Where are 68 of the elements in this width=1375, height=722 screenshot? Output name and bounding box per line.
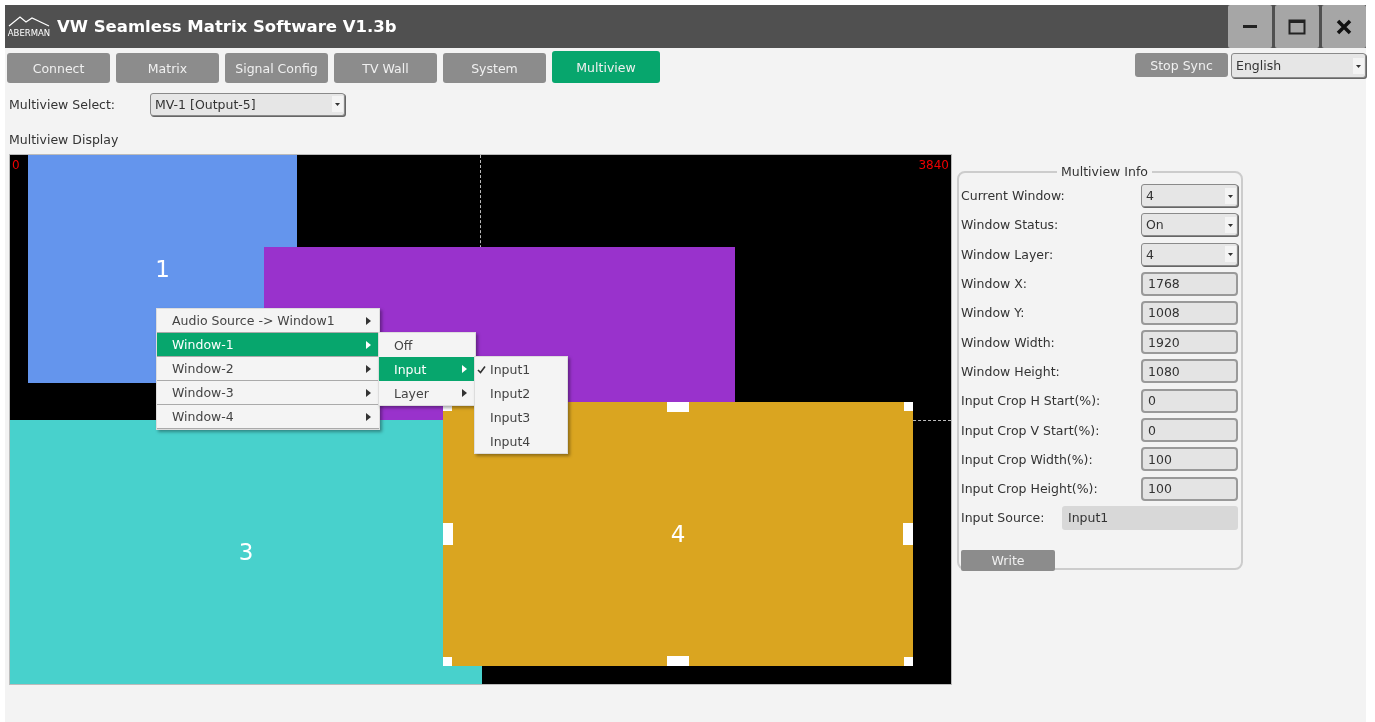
input-field[interactable]: 1008 — [1141, 300, 1238, 325]
caret-icon — [1225, 246, 1236, 263]
maximize-icon — [1288, 18, 1306, 35]
menu-item[interactable]: Layer — [379, 381, 475, 405]
input-field[interactable]: 1920 — [1141, 330, 1238, 355]
menu-item[interactable]: Input1 — [475, 357, 567, 381]
field-label: Input Crop Height(%): — [961, 481, 1099, 497]
dropdown[interactable]: 4 — [1141, 242, 1238, 266]
minimize-icon — [1243, 25, 1257, 28]
submenu-arrow-icon — [366, 340, 371, 349]
caret-icon — [1225, 216, 1236, 233]
maximize-button[interactable] — [1275, 5, 1319, 48]
submenu-arrow-icon — [366, 364, 371, 373]
input-field[interactable]: 0 — [1141, 418, 1238, 442]
resize-handle[interactable] — [667, 402, 689, 412]
field-label: Input Source: — [961, 510, 1046, 526]
window-title: VW Seamless Matrix Software V1.3b — [57, 17, 397, 36]
axis-label: 3840 — [918, 158, 949, 172]
close-icon — [1336, 18, 1352, 35]
field-label: Input Crop Width(%): — [961, 451, 1094, 467]
input-field[interactable]: 1768 — [1141, 271, 1238, 296]
minimize-button[interactable] — [1228, 5, 1272, 48]
field-label: Window Status: — [961, 217, 1060, 233]
window-number: 4 — [670, 521, 686, 547]
input-field[interactable]: 1080 — [1141, 359, 1238, 384]
caret-icon — [1353, 57, 1364, 74]
window-number: 3 — [238, 539, 254, 565]
window-number: 1 — [155, 256, 170, 282]
resize-handle[interactable] — [904, 402, 913, 411]
field-label: Input Crop V Start(%): — [961, 422, 1101, 438]
resize-handle[interactable] — [667, 656, 689, 666]
close-button[interactable] — [1322, 5, 1366, 48]
field-label: Window Y: — [961, 305, 1026, 321]
caret-icon — [332, 96, 343, 112]
submenu-arrow-icon — [462, 389, 467, 397]
field-label: Window X: — [961, 276, 1029, 292]
menu-item[interactable]: Input2 — [475, 381, 567, 405]
field-label: Window Layer: — [961, 246, 1055, 262]
resize-handle[interactable] — [903, 523, 913, 545]
field-label: Input Crop H Start(%): — [961, 393, 1102, 409]
submenu-arrow-icon — [366, 388, 371, 397]
submenu-arrow-icon — [366, 316, 371, 325]
mountain-icon — [8, 15, 50, 27]
input-field[interactable]: 100 — [1141, 476, 1238, 501]
logo-text: ABERMAN — [7, 28, 51, 38]
menu-item[interactable]: Window-4 — [157, 405, 379, 429]
panel-title: Multiview Info — [1060, 164, 1149, 179]
submenu-arrow-icon — [366, 412, 371, 421]
submenu-arrow-icon — [462, 365, 467, 373]
resize-handle[interactable] — [443, 523, 453, 545]
field-label: Window Width: — [961, 334, 1056, 350]
section-title: Multiview Display — [9, 132, 120, 149]
caret-icon — [1225, 187, 1236, 204]
field-label: Window Height: — [961, 363, 1061, 379]
input-field[interactable]: 100 — [1141, 447, 1238, 472]
axis-label: 0 — [12, 158, 20, 172]
resize-handle[interactable] — [904, 657, 913, 666]
field-label: Current Window: — [961, 188, 1066, 204]
readonly-field: Input1 — [1062, 505, 1238, 530]
check-icon — [477, 364, 486, 374]
multiview-dropdown[interactable]: MV-1 [Output-5] — [150, 92, 345, 116]
resize-handle[interactable] — [443, 657, 452, 666]
menu-item[interactable]: Off — [379, 333, 475, 357]
dropdown[interactable]: On — [1141, 213, 1238, 237]
input-field[interactable]: 0 — [1141, 388, 1238, 413]
language-dropdown[interactable]: English — [1231, 53, 1366, 78]
dropdown[interactable]: 4 — [1141, 184, 1238, 208]
field-label: Multiview Select: — [9, 96, 117, 112]
